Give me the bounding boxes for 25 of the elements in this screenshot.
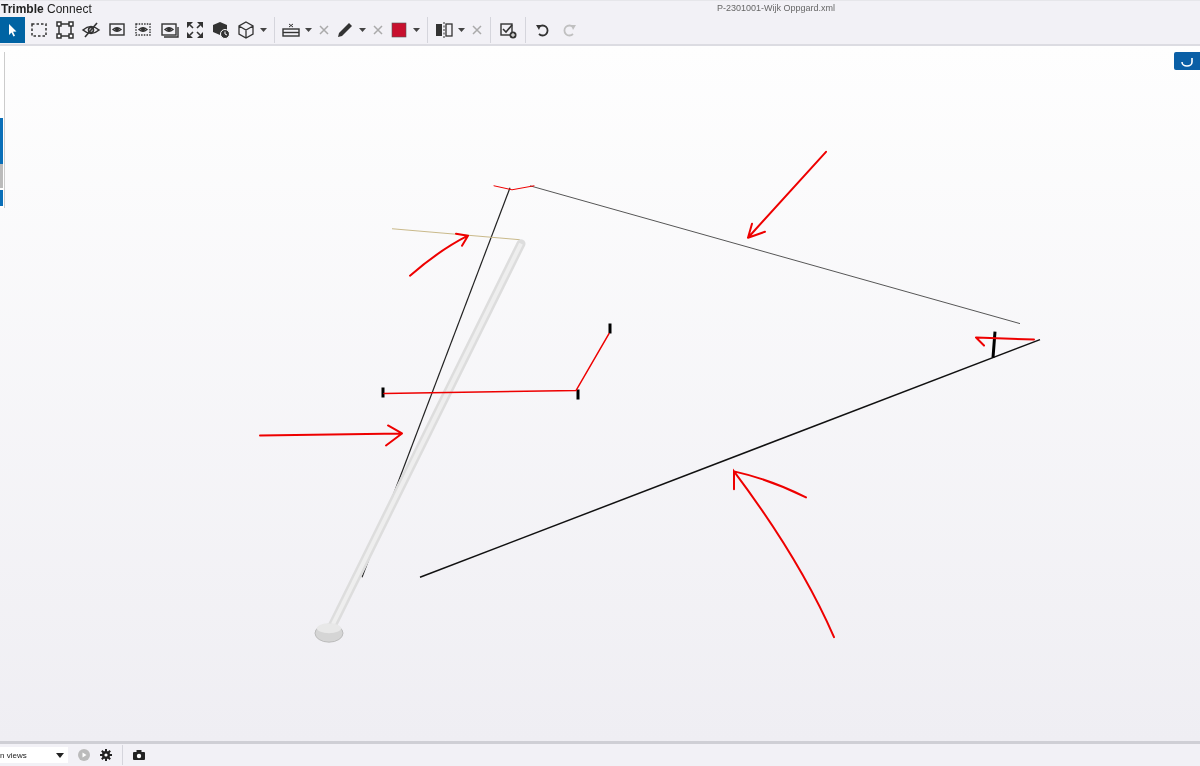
camera-icon[interactable] <box>133 750 145 760</box>
close-icon <box>319 25 329 36</box>
settings-icon[interactable] <box>100 749 112 761</box>
close-icon <box>472 25 482 36</box>
stacked-eye-frames-icon <box>158 20 179 41</box>
caret-icon <box>359 27 366 33</box>
file-name: P-2301001-Wijk Oppgard.xml <box>717 3 836 13</box>
rotate-view-button[interactable] <box>1174 52 1200 70</box>
close-icon <box>373 25 383 36</box>
tool-button[interactable] <box>0 17 25 44</box>
caret-icon <box>260 27 267 33</box>
color-swatch-icon <box>389 20 409 41</box>
checklist-add-icon <box>497 20 518 41</box>
cursor-icon <box>8 23 17 37</box>
bounding-box-icon <box>54 20 75 41</box>
app-logo-text: Trimble Connect <box>0 1 92 16</box>
caret-icon <box>458 27 465 33</box>
views-dropdown[interactable]: n views <box>0 747 68 763</box>
caret-icon <box>413 27 420 33</box>
split-panel-icon <box>434 20 454 41</box>
caret-icon <box>56 752 64 758</box>
expand-arrows-icon <box>184 20 205 41</box>
cube-icon <box>236 20 256 41</box>
caret-icon <box>305 27 312 33</box>
cube-clock-icon <box>210 20 231 41</box>
